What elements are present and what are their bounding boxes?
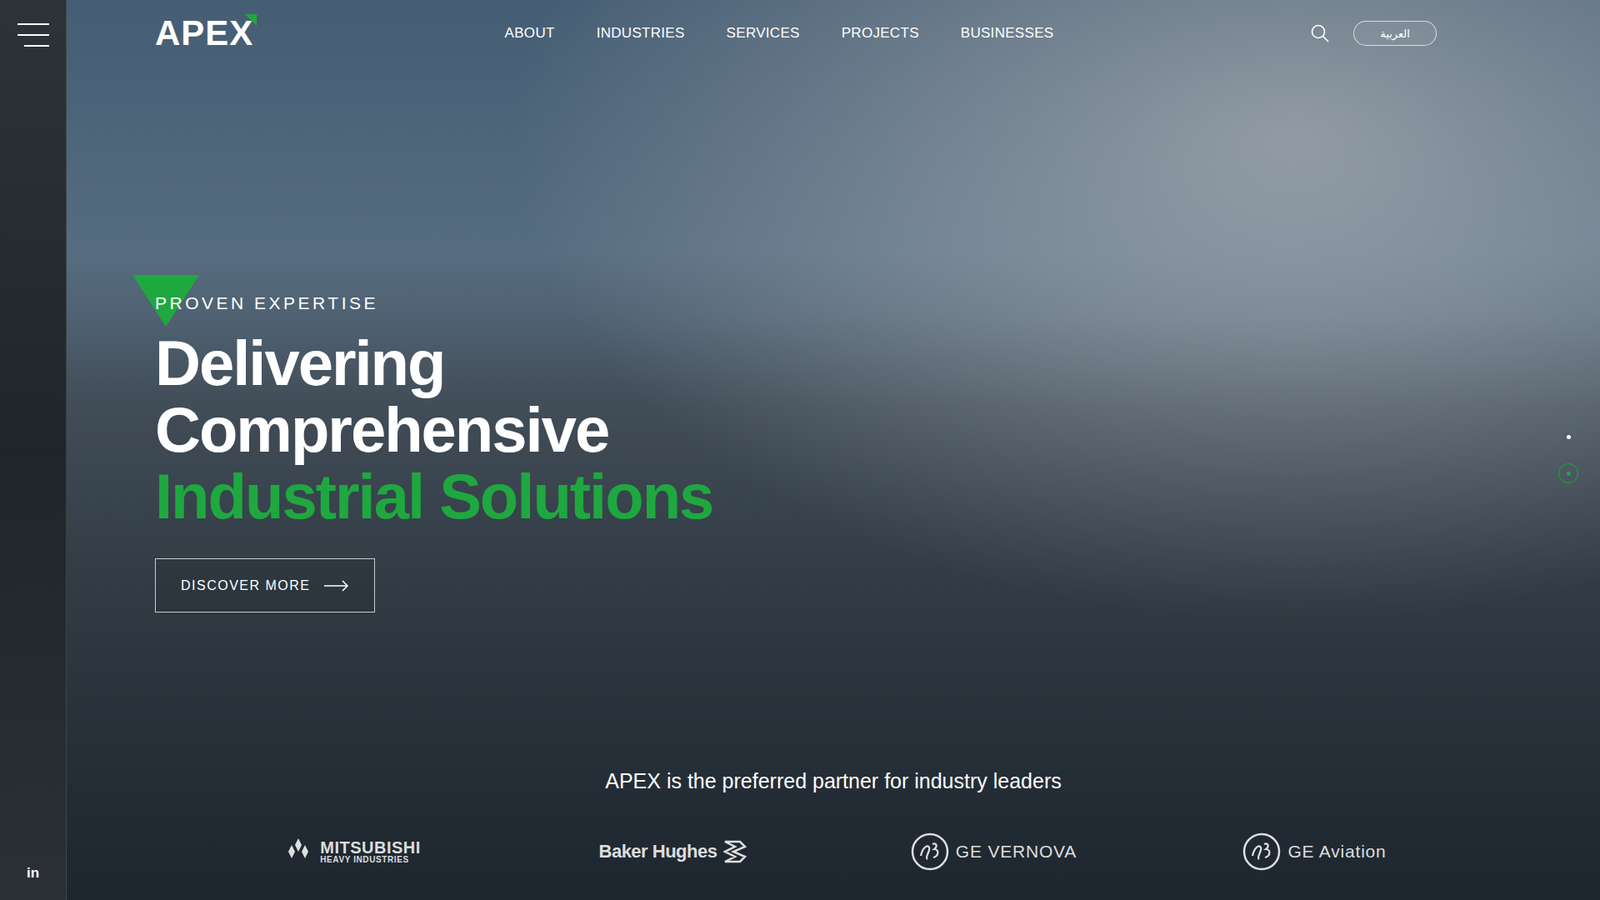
nav-item[interactable]: INDUSTRIES [596, 25, 685, 42]
search-icon [1310, 23, 1330, 44]
partners: APEX is the preferred partner for indust… [66, 769, 1600, 900]
slider-dots [1558, 426, 1579, 484]
nav-item[interactable]: ABOUT [505, 25, 555, 42]
hero-title-line: Delivering [155, 330, 713, 397]
nav-item[interactable]: PROJECTS [841, 25, 920, 42]
hero-background: APEX ABOUT INDUSTRIES SERVICES PROJECTS BUSIN… [66, 0, 1600, 900]
ge-monogram-icon [910, 832, 950, 871]
linkedin-link[interactable]: in [26, 865, 40, 882]
menu-line-icon [24, 45, 50, 47]
header-actions: العربية [1086, 20, 1437, 46]
partner-logo: GE VERNOVA [910, 831, 1077, 872]
nav-item[interactable]: BUSINESSES [960, 25, 1055, 42]
hero-title-line: Comprehensive [155, 396, 713, 464]
nav-item[interactable]: SERVICES [726, 25, 800, 42]
partner-logos: MITSUBISHIHEAVY INDUSTRIES Baker Hughes GE… [66, 831, 1600, 872]
discover-button[interactable]: DISCOVER MORE [155, 558, 375, 613]
header: APEX ABOUT INDUSTRIES SERVICES PROJECTS BUSIN… [66, 0, 1600, 67]
partner-logo: Baker Hughes [599, 831, 748, 872]
sidebar: in [0, 0, 67, 900]
search-button[interactable] [1310, 23, 1330, 44]
page: in APEX ABOUT INDUSTRIES SERVICES PROJECTS BUS… [0, 0, 1600, 900]
main-nav: ABOUT INDUSTRIES SERVICES PROJECTS BUSINESSE… [505, 25, 1055, 42]
slider-dot[interactable] [1558, 463, 1579, 484]
menu-line-icon [17, 34, 50, 36]
partner-logo: GE Aviation [1242, 831, 1386, 872]
menu-button[interactable] [17, 23, 50, 47]
hero-eyebrow: PROVEN EXPERTISE [155, 293, 379, 314]
hero: PROVEN EXPERTISE DeliveringComprehensiveI… [66, 66, 1600, 770]
partner-logo: MITSUBISHIHEAVY INDUSTRIES [283, 831, 421, 872]
logo-accent-icon [245, 14, 257, 26]
arrow-right-icon [324, 580, 350, 592]
baker-hughes-mark-icon [723, 839, 747, 865]
partners-heading: APEX is the preferred partner for indust… [605, 769, 1062, 794]
mitsubishi-diamonds-icon [283, 838, 314, 865]
menu-line-icon [17, 23, 50, 25]
hero-title: DeliveringComprehensiveIndustrial Soluti… [155, 330, 713, 530]
apex-logo[interactable]: APEX [155, 15, 254, 51]
hero-title-line: Industrial Solutions [155, 463, 713, 530]
ge-monogram-icon [1242, 832, 1281, 871]
language-button[interactable]: العربية [1353, 20, 1437, 46]
slider-dot[interactable] [1558, 426, 1579, 447]
